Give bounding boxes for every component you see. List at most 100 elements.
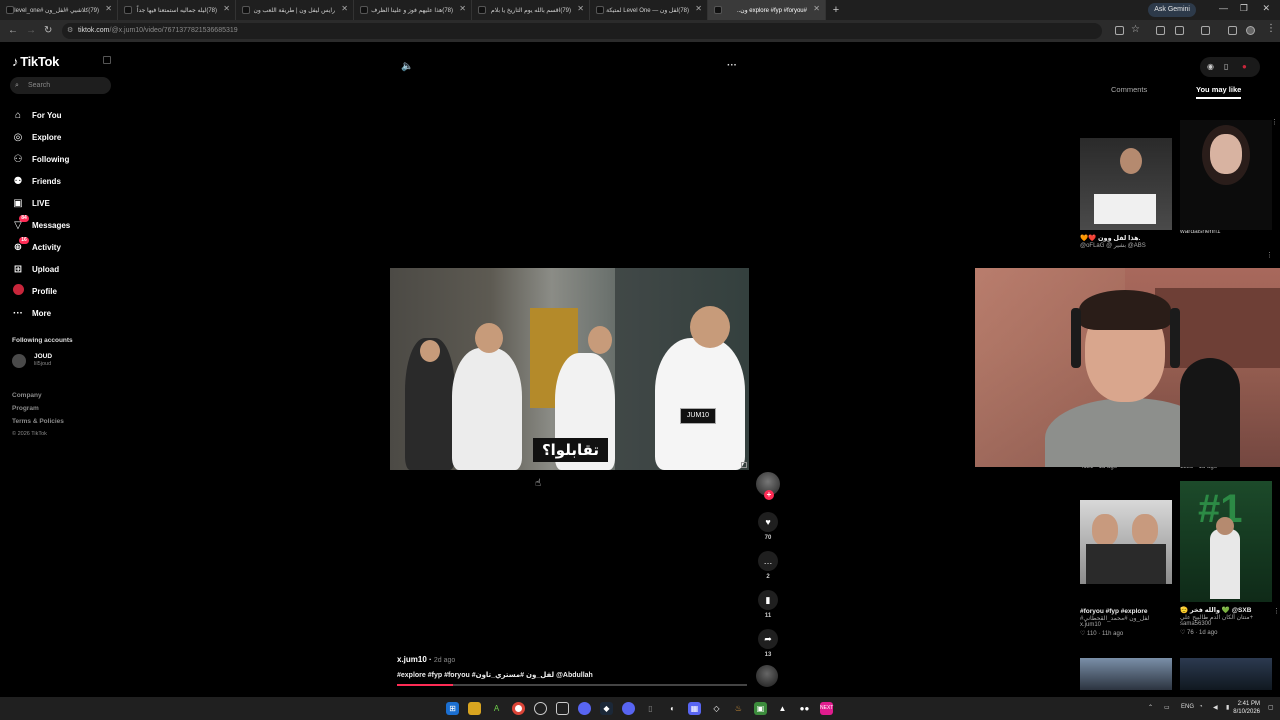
sidebar-item-friends[interactable]: ⚉ Friends [12, 170, 70, 192]
sidebar-item-following[interactable]: ⚇ Following [12, 148, 70, 170]
app-icon[interactable]: ◇ [710, 702, 723, 715]
save-button[interactable]: ▮ 11 [757, 590, 779, 619]
extension-icon[interactable] [1228, 26, 1237, 35]
app-icon[interactable]: NEXT [820, 702, 833, 715]
browser-tab[interactable]: (78)هذا عليهم فوز و علينا الظرف ✕ [354, 0, 472, 20]
browser-tab[interactable]: (78)لفل ون — Level One لمتيكة ✕ [590, 0, 708, 20]
extension-icon[interactable] [1201, 26, 1210, 35]
author-name[interactable]: x.jum10 [397, 655, 427, 664]
follow-plus-button[interactable]: + [764, 490, 774, 500]
app-icon[interactable]: ▦ [688, 702, 701, 715]
sidebar-item-for-you[interactable]: ⌂ For You [12, 104, 70, 126]
close-icon[interactable]: ✕ [459, 4, 466, 13]
profile-avatar-icon[interactable] [1246, 26, 1255, 35]
sidebar-item-live[interactable]: ▣ LIVE [12, 192, 70, 214]
back-icon[interactable]: ← [8, 25, 18, 36]
browser-tab[interactable]: (79)اقسم بالله يوم التاريخ يا بلام ✕ [472, 0, 590, 20]
ask-gemini-button[interactable]: Ask Gemini [1148, 3, 1196, 17]
close-icon[interactable]: ✕ [695, 4, 702, 13]
chrome-icon[interactable] [512, 702, 525, 715]
maximize-icon[interactable]: ❐ [1240, 3, 1248, 14]
app-icon[interactable] [534, 702, 547, 715]
search-input[interactable]: ⌕ Search [10, 77, 111, 94]
footer-link-terms[interactable]: Terms & Policies [12, 418, 64, 425]
notification-icon[interactable]: ▢ [1268, 704, 1274, 711]
app-icon[interactable]: ▯ [644, 702, 657, 715]
more-options-icon[interactable]: ··· [727, 60, 737, 71]
suggested-video-card[interactable]: #foryou #fyp #explore #لفل_ون #محمد_القح… [1080, 500, 1172, 637]
reload-icon[interactable]: ↻ [44, 25, 52, 36]
start-windows-icon[interactable]: ⊞ [446, 702, 459, 715]
footer-link-company[interactable]: Company [12, 392, 64, 399]
tab-you-may-like[interactable]: You may like [1196, 85, 1242, 99]
sidebar-item-explore[interactable]: ◎ Explore [12, 126, 70, 148]
extension-icon[interactable] [1175, 26, 1184, 35]
translate-icon[interactable] [1115, 26, 1124, 35]
sidebar-item-upload[interactable]: ⊞ Upload [12, 258, 70, 280]
close-icon[interactable]: ✕ [105, 4, 112, 13]
footer-link-program[interactable]: Program [12, 405, 64, 412]
app-icon[interactable]: ♨ [732, 702, 745, 715]
browser-tab[interactable]: (78)ليله جماليه استمتعنا فيها جداً ✕ [118, 0, 236, 20]
close-icon[interactable]: ✕ [223, 4, 230, 13]
more-dots-icon[interactable]: ⋮ [1271, 118, 1278, 126]
suggested-video-card[interactable]: .هذا لفل وون ❤️🧡 @oFLaG @ بشير @ABS [1080, 138, 1172, 249]
bookmark-star-icon[interactable]: ☆ [1131, 24, 1140, 35]
file-explorer-icon[interactable] [468, 702, 481, 715]
suggested-video-card[interactable] [1180, 658, 1272, 690]
suggested-video-card[interactable]: #1 SXB@ 💚 والله فخر 🫡 +منتان ألكان الدم … [1180, 481, 1280, 636]
app-icon[interactable]: ◐ [666, 702, 679, 715]
sidebar-item-profile[interactable]: Profile [12, 280, 70, 302]
fullscreen-icon[interactable] [741, 462, 747, 468]
device-icon[interactable]: ▯ [1224, 62, 1228, 71]
video-author[interactable]: x.jum10 · 2d ago [397, 655, 455, 664]
suggested-video-card[interactable] [1080, 658, 1172, 690]
browser-tab[interactable]: رايس ليفل ون | طريقة اللعب ون ✕ [236, 0, 354, 20]
discord-icon[interactable] [578, 702, 591, 715]
battery-icon[interactable]: ▮ [1226, 704, 1229, 711]
close-window-icon[interactable]: ✕ [1262, 3, 1270, 14]
compass-icon[interactable]: ◉ [1207, 62, 1214, 71]
like-button[interactable]: ♥ 70 [757, 512, 779, 541]
clock[interactable]: 2:41 PM 8/10/2026 [1233, 700, 1260, 716]
browser-tab-active[interactable]: #explore #fyp #foryou ون.. ✕ [708, 0, 826, 20]
browser-tab[interactable]: (79)كلاشيي #لفل_ون #level_one ✕ [0, 0, 118, 20]
video-progress-bar[interactable] [397, 684, 747, 686]
volume-icon[interactable]: 🔈 [401, 61, 413, 72]
close-icon[interactable]: ✕ [813, 4, 820, 13]
menu-dots-icon[interactable]: ⋮ [1266, 23, 1276, 34]
steam-icon[interactable]: ◆ [600, 702, 613, 715]
site-info-icon[interactable]: ⚙ [67, 23, 73, 39]
music-disc-icon[interactable] [756, 665, 778, 687]
collapse-sidebar-icon[interactable] [103, 56, 111, 64]
share-button[interactable]: ➦ 13 [757, 629, 779, 658]
extension-icon[interactable] [1156, 26, 1165, 35]
close-icon[interactable]: ✕ [341, 4, 348, 13]
sidebar-item-more[interactable]: ··· More [12, 302, 70, 324]
more-dots-icon[interactable]: ⋮ [1273, 607, 1280, 615]
tray-icon[interactable]: ▭ [1164, 704, 1170, 711]
forward-icon[interactable]: → [26, 25, 36, 36]
tab-comments[interactable]: Comments [1111, 85, 1147, 94]
tiktok-logo[interactable]: ♪ TikTok [12, 54, 59, 69]
suggested-video-card[interactable]: wardalshehri1 ⋮ [1180, 119, 1278, 235]
new-tab-button[interactable]: + [826, 4, 846, 16]
tray-chevron-icon[interactable]: ⌃ [1148, 704, 1153, 711]
app-icon[interactable]: ▲ [776, 702, 789, 715]
minimize-icon[interactable]: — [1219, 3, 1228, 13]
app-icon[interactable]: A [490, 702, 503, 715]
language-indicator[interactable]: ENG [1181, 704, 1194, 710]
sidebar-item-activity[interactable]: ⊕ 16 Activity [12, 236, 70, 258]
sidebar-item-messages[interactable]: ▽ 84 Messages [12, 214, 70, 236]
more-dots-icon[interactable]: ⋮ [1266, 251, 1273, 259]
profile-avatar-icon[interactable]: ● [1242, 62, 1247, 71]
app-icon[interactable] [622, 702, 635, 715]
url-field[interactable]: ⚙ tiktok.com/@x.jum10/video/767137782153… [62, 23, 1102, 39]
video-player[interactable]: JUM10 تقابلوا؟ [390, 268, 749, 470]
close-icon[interactable]: ✕ [577, 4, 584, 13]
app-icon[interactable]: ▣ [754, 702, 767, 715]
app-icon[interactable] [556, 702, 569, 715]
wifi-icon[interactable]: ◔ [1199, 704, 1203, 710]
comment-button[interactable]: … 2 [757, 551, 779, 580]
app-icon[interactable]: ●● [798, 702, 811, 715]
